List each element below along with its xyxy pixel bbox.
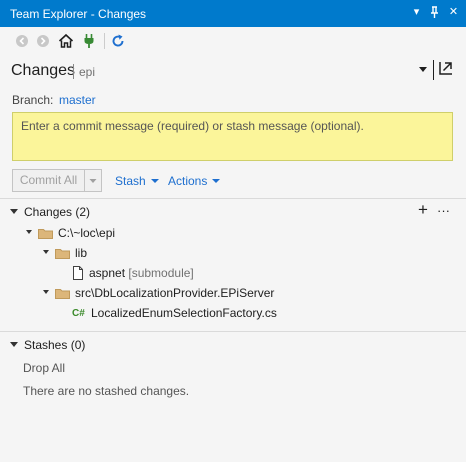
stash-label: Stash — [115, 174, 146, 188]
window-title: Team Explorer - Changes — [10, 7, 147, 21]
section-divider — [0, 331, 466, 332]
header-separator — [433, 60, 434, 80]
page-dropdown-icon[interactable] — [417, 62, 429, 76]
changes-header-label: Changes (2) — [24, 205, 91, 219]
collapse-triangle-icon — [10, 342, 18, 348]
stashes-section-header[interactable]: Stashes (0) — [10, 338, 85, 352]
pop-out-icon[interactable] — [437, 59, 455, 77]
file-icon — [73, 266, 83, 280]
changes-section-header[interactable]: Changes (2) — [10, 205, 90, 219]
page-subtitle: epi — [79, 65, 96, 79]
page-header: Changes epi — [0, 55, 466, 87]
empty-stash-message: There are no stashed changes. — [23, 384, 190, 398]
commit-message-input[interactable]: Enter a commit message (required) or sta… — [12, 112, 453, 161]
drop-all-button[interactable]: Drop All — [23, 361, 65, 375]
tree-node-file[interactable]: aspnet [submodule] — [72, 264, 194, 282]
branch-label: Branch: — [12, 93, 54, 107]
tree-node-folder[interactable]: src\DbLocalizationProvider.EPiServer — [43, 284, 274, 302]
folder-icon — [55, 288, 70, 299]
branch-link[interactable]: master — [59, 93, 96, 107]
tree-node-label: LocalizedEnumSelectionFactory.cs — [91, 306, 277, 320]
close-icon[interactable]: ✕ — [446, 5, 461, 20]
title-separator — [73, 64, 74, 79]
commit-all-button[interactable]: Commit All — [12, 169, 85, 192]
stash-dropdown[interactable]: Stash — [115, 174, 159, 188]
refresh-icon[interactable] — [109, 32, 127, 50]
collapse-triangle-icon — [10, 209, 18, 215]
commit-message-placeholder: Enter a commit message (required) or sta… — [21, 119, 364, 133]
expand-triangle-icon — [43, 250, 49, 254]
tree-node-label: aspnet — [89, 266, 126, 280]
home-icon[interactable] — [57, 32, 75, 50]
section-divider — [0, 198, 466, 199]
actions-dropdown[interactable]: Actions — [168, 174, 221, 188]
toolbar-separator — [104, 33, 105, 49]
chevron-down-icon — [150, 179, 159, 184]
folder-icon — [38, 228, 53, 239]
expand-triangle-icon — [26, 230, 32, 234]
window-menu-dropdown-icon[interactable]: ▾ — [409, 5, 424, 20]
chevron-down-icon — [212, 179, 221, 184]
pin-icon[interactable] — [427, 5, 442, 20]
add-icon[interactable]: + — [418, 201, 428, 218]
toolbar — [0, 27, 466, 55]
csharp-file-icon: C# — [72, 307, 85, 319]
tree-node-label: lib — [75, 246, 88, 260]
commit-dropdown-button[interactable] — [85, 169, 102, 192]
tree-node-file[interactable]: C# LocalizedEnumSelectionFactory.cs — [72, 304, 277, 322]
tree-node-label: src\DbLocalizationProvider.EPiServer — [75, 286, 275, 300]
connect-plug-icon[interactable] — [80, 32, 98, 50]
expand-triangle-icon — [43, 290, 49, 294]
stashes-header-label: Stashes (0) — [24, 338, 86, 352]
folder-icon — [55, 248, 70, 259]
title-bar: Team Explorer - Changes ▾ ✕ — [0, 0, 466, 27]
more-options-icon[interactable]: ··· — [437, 203, 450, 218]
tree-node-folder[interactable]: C:\~loc\epi — [26, 224, 115, 242]
back-arrow-icon[interactable] — [13, 32, 31, 50]
actions-label: Actions — [168, 174, 208, 188]
tree-node-label: C:\~loc\epi — [58, 226, 116, 240]
page-title: Changes — [11, 62, 76, 79]
submodule-tag: [submodule] — [128, 266, 194, 280]
forward-arrow-icon[interactable] — [34, 32, 52, 50]
tree-node-folder[interactable]: lib — [43, 244, 87, 262]
